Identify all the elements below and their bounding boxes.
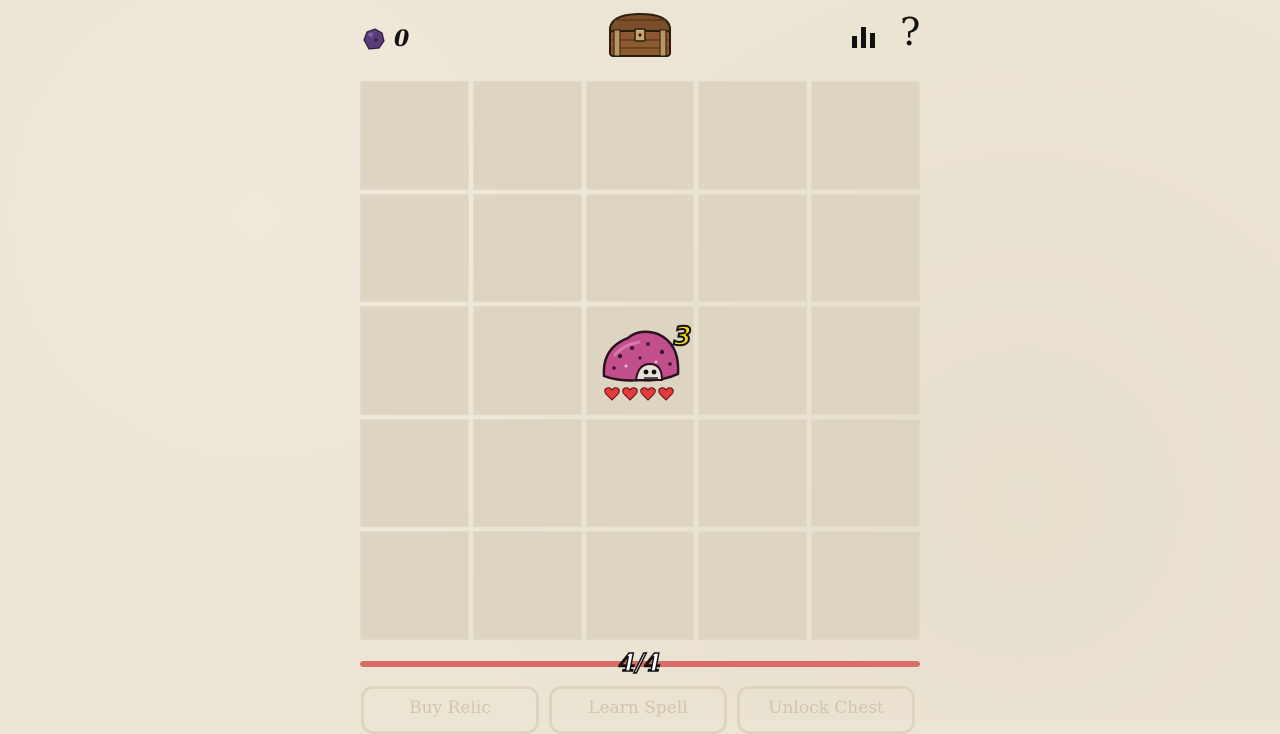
bar-chart-icon[interactable] bbox=[850, 24, 878, 50]
board-cell[interactable] bbox=[585, 531, 695, 640]
unlock-chest-button[interactable]: Unlock Chest bbox=[737, 686, 915, 734]
gem-counter: 0 bbox=[360, 26, 409, 52]
monster-hearts bbox=[603, 386, 674, 401]
learn-spell-button[interactable]: Learn Spell bbox=[549, 686, 727, 734]
buy-relic-button[interactable]: Buy Relic bbox=[361, 686, 539, 734]
board-cell[interactable] bbox=[698, 531, 808, 640]
board-cell[interactable] bbox=[698, 306, 808, 415]
board-cell[interactable] bbox=[360, 418, 469, 528]
action-bar: Buy Relic Learn Spell Unlock Chest bbox=[360, 686, 920, 734]
board-cell[interactable] bbox=[698, 81, 808, 190]
board-cell[interactable] bbox=[698, 418, 808, 528]
game-stage: 0 ? 3 4/4 Buy Relic Learn Spell Unlock C… bbox=[360, 0, 920, 734]
game-board: 3 bbox=[360, 81, 920, 640]
treasure-chest-icon[interactable] bbox=[606, 10, 674, 60]
board-cell[interactable] bbox=[360, 81, 469, 190]
board-cell-monster[interactable]: 3 bbox=[585, 306, 695, 415]
purple-gem-icon bbox=[363, 28, 385, 50]
board-cell[interactable] bbox=[811, 418, 920, 528]
board-cell[interactable] bbox=[585, 418, 695, 528]
board-cell[interactable] bbox=[472, 531, 582, 640]
board-cell[interactable] bbox=[811, 531, 920, 640]
heart-icon bbox=[639, 387, 656, 401]
board-cell[interactable] bbox=[360, 531, 469, 640]
board-cell[interactable] bbox=[472, 418, 582, 528]
board-cell[interactable] bbox=[698, 193, 808, 303]
help-button[interactable]: ? bbox=[900, 12, 920, 52]
board-cell[interactable] bbox=[585, 81, 695, 190]
board-cell[interactable] bbox=[360, 193, 469, 303]
board-cell[interactable] bbox=[360, 306, 469, 415]
top-bar: 0 ? bbox=[360, 0, 920, 80]
board-cell[interactable] bbox=[811, 193, 920, 303]
gem-count: 0 bbox=[394, 26, 410, 52]
board-cell[interactable] bbox=[585, 193, 695, 303]
board-cell[interactable] bbox=[472, 193, 582, 303]
board-cell[interactable] bbox=[472, 81, 582, 190]
monster[interactable]: 3 bbox=[586, 306, 695, 415]
heart-icon bbox=[621, 387, 638, 401]
board-cell[interactable] bbox=[811, 81, 920, 190]
heart-icon bbox=[603, 387, 620, 401]
player-health-text: 4/4 bbox=[618, 647, 662, 678]
board-cell[interactable] bbox=[811, 306, 920, 415]
board-cell[interactable] bbox=[472, 306, 582, 415]
monster-level: 3 bbox=[673, 321, 693, 353]
pink-mushroom-creature-icon bbox=[602, 330, 679, 382]
heart-icon bbox=[657, 387, 674, 401]
